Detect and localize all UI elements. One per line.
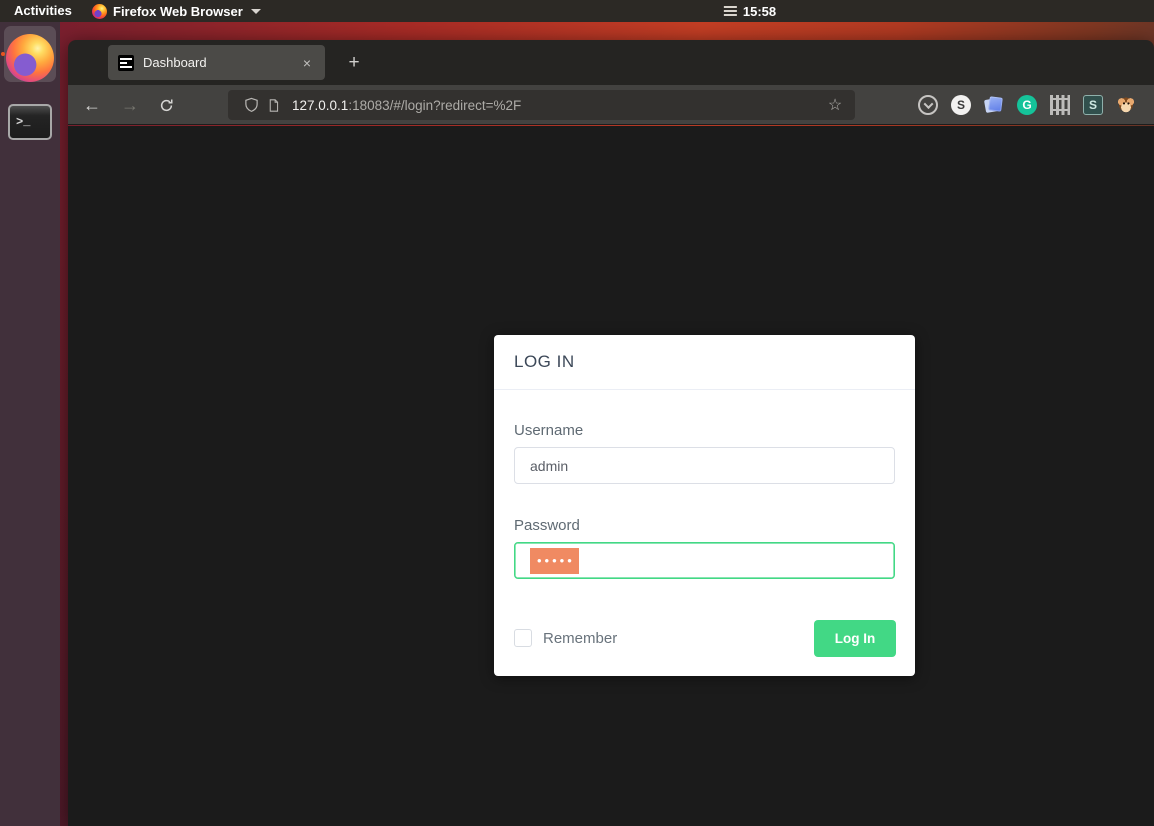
url-text[interactable]: 127.0.0.1:18083/#/login?redirect=%2F xyxy=(292,98,823,113)
clock[interactable]: 15:58 xyxy=(723,0,777,22)
page-info-icon[interactable] xyxy=(262,94,284,116)
username-label: Username xyxy=(514,422,584,439)
weekday-icon xyxy=(723,6,737,16)
tracking-shield-icon[interactable] xyxy=(240,94,262,116)
notes-extension-icon[interactable] xyxy=(983,95,1004,115)
tampermonkey-icon[interactable] xyxy=(1116,95,1136,115)
running-indicator-dot xyxy=(1,52,5,56)
password-selected-text: ••••• xyxy=(530,547,579,574)
activities-button[interactable]: Activities xyxy=(8,0,78,22)
forward-button[interactable]: → xyxy=(116,91,144,119)
reload-button[interactable] xyxy=(152,91,180,119)
url-path: :18083/#/login?redirect=%2F xyxy=(348,97,522,113)
clock-time: 15:58 xyxy=(742,3,777,19)
tab-dashboard[interactable]: Dashboard × xyxy=(108,45,325,80)
reload-icon xyxy=(160,99,172,111)
password-label: Password xyxy=(514,517,580,534)
dock-item-firefox[interactable] xyxy=(0,26,60,90)
s-badge-extension-icon[interactable]: S xyxy=(951,95,971,115)
username-value: admin xyxy=(530,457,569,474)
card-header: LOG IN xyxy=(494,335,915,390)
password-field[interactable]: ••••• xyxy=(514,542,895,579)
back-button[interactable]: ← xyxy=(78,91,106,119)
remember-checkbox[interactable] xyxy=(514,629,532,647)
firefox-window: Dashboard × + ← → 127.0.0.1:18083/#/logi… xyxy=(68,40,1154,826)
bookmark-star-icon[interactable]: ☆ xyxy=(823,93,847,117)
tab-title: Dashboard xyxy=(143,55,207,70)
page-content: LOG IN Username admin Password ••••• Rem… xyxy=(68,126,1154,826)
url-bar[interactable]: 127.0.0.1:18083/#/login?redirect=%2F ☆ xyxy=(228,90,855,120)
login-title: LOG IN xyxy=(514,352,575,371)
tab-close-button[interactable]: × xyxy=(297,53,317,73)
dock: >_ xyxy=(0,22,60,826)
extension-buttons: S G S xyxy=(918,92,1136,118)
username-field[interactable]: admin xyxy=(514,447,895,484)
ubuntu-top-bar: Activities Firefox Web Browser 15:58 xyxy=(0,0,1154,22)
tab-bar: Dashboard × + xyxy=(68,40,1154,85)
dashboard-favicon-icon xyxy=(118,54,134,71)
remember-row: Remember xyxy=(514,629,617,647)
dock-item-terminal[interactable]: >_ xyxy=(0,96,60,148)
fence-extension-icon[interactable] xyxy=(1050,95,1070,115)
active-app-highlight xyxy=(4,26,56,82)
pocket-icon[interactable] xyxy=(918,95,938,115)
app-menu-label: Firefox Web Browser xyxy=(113,3,243,19)
singlefile-extension-icon[interactable]: S xyxy=(1083,95,1103,115)
chevron-down-icon xyxy=(250,8,261,14)
url-host: 127.0.0.1 xyxy=(292,97,349,113)
app-menu[interactable]: Firefox Web Browser xyxy=(92,0,261,22)
navigation-toolbar: ← → 127.0.0.1:18083/#/login?redirect=%2F xyxy=(68,85,1154,125)
terminal-icon: >_ xyxy=(8,104,52,140)
new-tab-button[interactable]: + xyxy=(340,49,368,77)
login-button[interactable]: Log In xyxy=(814,620,896,657)
firefox-icon xyxy=(92,3,107,19)
login-card: LOG IN Username admin Password ••••• Rem… xyxy=(494,335,915,676)
remember-label: Remember xyxy=(543,629,618,647)
grammarly-icon[interactable]: G xyxy=(1017,95,1037,115)
